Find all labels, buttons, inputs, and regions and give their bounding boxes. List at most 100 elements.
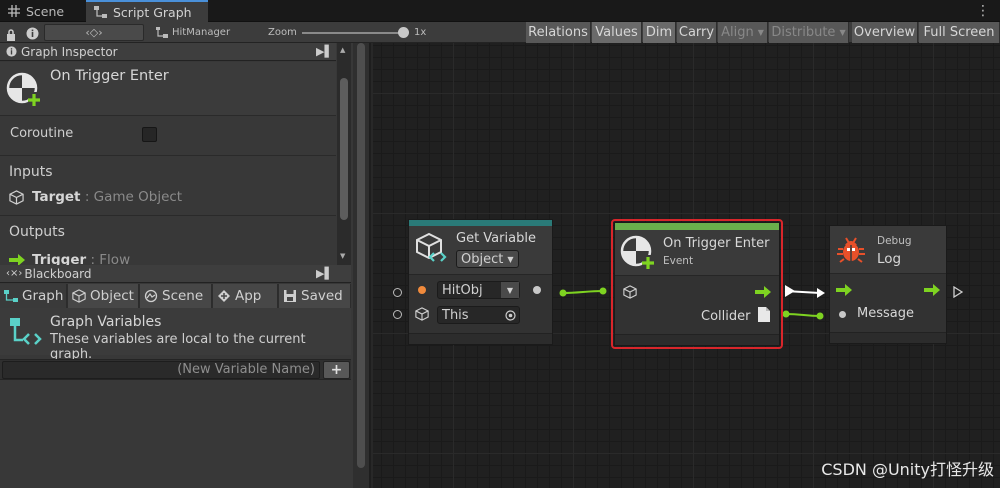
zoom-value: 1x — [414, 27, 427, 38]
embed-toggle-icon[interactable]: ‹◇› — [44, 24, 144, 41]
input-port[interactable] — [393, 288, 402, 297]
input-target-type: : Game Object — [84, 189, 183, 205]
variable-name-field[interactable]: HitObj ▼ — [437, 281, 520, 299]
graph-icon — [94, 6, 107, 18]
flow-output-port-icon[interactable] — [953, 286, 963, 298]
node-body: Collider — [615, 276, 779, 334]
graph-variables-title: Graph Variables — [50, 314, 162, 330]
flow-output-arrow-icon[interactable] — [924, 284, 940, 296]
left-panel: Graph Inspector ▶▌ ▲ ▼ On Trigger Enter … — [0, 43, 371, 488]
variable-name-value: HitObj — [442, 282, 483, 298]
tab-graph[interactable]: Graph — [0, 284, 67, 308]
chevron-down-icon[interactable]: ▼ — [501, 282, 519, 298]
flow-input-arrow-icon[interactable] — [836, 284, 852, 296]
cube-icon — [72, 289, 86, 303]
scroll-up-icon[interactable]: ▲ — [340, 46, 345, 54]
debug-category: Debug — [877, 235, 912, 247]
trigger-enter-subtitle: Event — [663, 255, 694, 267]
coroutine-checkbox[interactable] — [142, 127, 157, 142]
connection-port — [559, 289, 567, 297]
full-screen-button[interactable]: Full Screen — [919, 22, 1000, 43]
node-header: Debug Log — [830, 226, 946, 274]
string-port[interactable] — [418, 286, 426, 294]
full-screen-label: Full Screen — [923, 25, 995, 40]
panel-scrollbar[interactable] — [353, 43, 369, 488]
node-body: HitObj ▼ This — [409, 275, 552, 333]
tab-scene-label: Scene — [162, 288, 204, 304]
target-field[interactable]: This — [437, 306, 520, 324]
zoom-slider-thumb[interactable] — [398, 27, 409, 38]
output-trigger-row: Trigger : Flow — [0, 247, 336, 265]
variable-kind-label: Object — [461, 251, 504, 267]
connection-port — [782, 310, 790, 318]
tab-app[interactable]: App — [213, 284, 278, 308]
blackboard-title: Blackboard — [24, 266, 92, 281]
graph-canvas[interactable]: Get Variable Object ▼ HitObj ▼ This On T… — [373, 43, 1000, 488]
info-icon — [6, 46, 17, 57]
connection-port — [816, 312, 824, 320]
tab-scene[interactable]: Scene — [0, 0, 78, 22]
bug-icon — [837, 237, 865, 263]
inspector-scroll-thumb[interactable] — [340, 78, 348, 220]
tab-saved[interactable]: Saved — [279, 284, 351, 308]
divider — [0, 155, 336, 156]
tab-scene[interactable]: Scene — [140, 284, 212, 308]
distribute-label: Distribute — [771, 25, 836, 40]
coroutine-label: Coroutine — [10, 126, 74, 141]
zoom-slider-track[interactable] — [302, 32, 406, 34]
target-picker-icon[interactable] — [505, 310, 516, 321]
graph-toolbar: ‹◇› HitManager Zoom 1x Relations Values … — [0, 22, 1000, 43]
align-label: Align — [721, 25, 754, 40]
node-footer — [409, 333, 552, 344]
save-icon — [284, 290, 296, 302]
new-variable-name-input[interactable]: (New Variable Name) — [2, 361, 320, 379]
zoom-label: Zoom — [268, 27, 297, 38]
panel-scroll-thumb[interactable] — [357, 43, 365, 468]
trigger-enter-icon — [620, 235, 654, 269]
align-dropdown[interactable]: Align ▼ — [718, 22, 768, 43]
chevron-down-icon: ▼ — [839, 28, 846, 37]
overview-button[interactable]: Overview — [852, 22, 918, 43]
tab-object-label: Object — [90, 288, 134, 304]
dock-icon[interactable]: ▶▌ — [316, 45, 333, 58]
scroll-down-icon[interactable]: ▼ — [340, 252, 345, 260]
input-target-name: Target — [32, 189, 81, 205]
get-variable-title: Get Variable — [456, 231, 536, 246]
add-variable-button[interactable]: + — [323, 361, 350, 379]
value-output-port[interactable] — [533, 286, 541, 294]
flow-arrow-icon — [9, 254, 25, 265]
dim-button[interactable]: Dim — [643, 22, 676, 43]
tab-scene-label: Scene — [26, 3, 65, 19]
graph-variables-icon — [10, 318, 42, 345]
tab-graph-label: Graph — [22, 288, 64, 304]
flow-output-arrow-icon[interactable] — [755, 286, 771, 298]
value-connection — [785, 313, 821, 317]
node-footer — [830, 332, 946, 343]
tab-script-graph[interactable]: Script Graph — [86, 0, 208, 22]
cube-icon — [623, 285, 637, 299]
values-button[interactable]: Values — [592, 22, 642, 43]
watermark: CSDN @Unity打怪升级 — [821, 460, 994, 479]
get-variable-node[interactable]: Get Variable Object ▼ HitObj ▼ This — [408, 219, 553, 345]
overview-label: Overview — [853, 25, 916, 40]
divider — [0, 215, 336, 216]
debug-log-title: Log — [877, 251, 902, 267]
grid-icon — [8, 5, 20, 17]
relations-button[interactable]: Relations — [526, 22, 591, 43]
graph-inspector-header: Graph Inspector — [0, 43, 336, 61]
tab-saved-label: Saved — [301, 288, 343, 304]
message-port[interactable] — [839, 311, 846, 318]
inspector-scrollbar[interactable]: ▲ ▼ — [337, 43, 351, 265]
more-options-icon[interactable]: ⋮ — [976, 3, 990, 19]
debug-log-node[interactable]: Debug Log Message — [829, 225, 947, 344]
on-trigger-enter-node[interactable]: On Trigger Enter Event Collider — [614, 222, 780, 346]
carry-button[interactable]: Carry — [677, 22, 717, 43]
dock-icon[interactable]: ▶▌ — [316, 267, 333, 280]
breadcrumb[interactable]: HitManager — [156, 22, 230, 43]
info-icon[interactable] — [26, 25, 39, 44]
tab-object[interactable]: Object — [68, 284, 139, 308]
distribute-dropdown[interactable]: Distribute ▼ — [769, 22, 849, 43]
input-port[interactable] — [393, 310, 402, 319]
cube-icon — [415, 307, 429, 321]
variable-kind-dropdown[interactable]: Object ▼ — [456, 250, 519, 268]
